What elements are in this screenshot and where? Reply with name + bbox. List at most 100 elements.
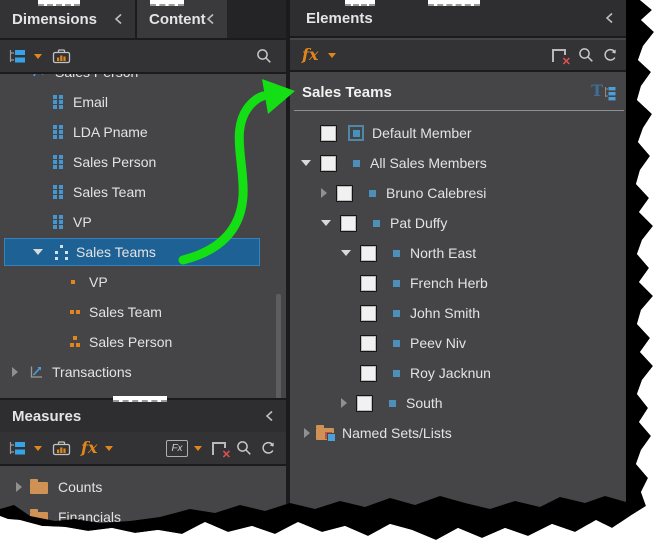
tree-row-label: VP [89,274,108,290]
torn-chip [113,396,167,402]
member-row[interactable]: Roy Jacknun [290,358,630,388]
tree-row-label: Sales Team [89,304,162,320]
folder-icon [30,512,48,524]
member-label: South [406,395,443,411]
collapsed-triangle-icon[interactable] [12,367,18,377]
member-label: Peev Niv [410,335,466,351]
fx-icon[interactable]: fx [302,47,318,63]
member-checkbox[interactable] [360,335,377,352]
dropdown-caret[interactable] [328,53,336,58]
tree-row-label: Transactions [52,364,132,380]
tree-row-label: Email [73,94,108,110]
fx-box-icon[interactable]: Fx [166,440,188,457]
fx-icon[interactable]: fx [81,440,97,456]
torn-chip [38,0,80,6]
dropdown-caret[interactable] [194,446,202,451]
dropdown-caret[interactable] [34,54,42,59]
measures-title: Measures [12,408,81,425]
collapse-chevron-icon[interactable] [265,410,274,422]
member-checkbox[interactable] [360,365,377,382]
user-hierarchy-icon [55,245,68,259]
expanded-triangle-icon[interactable] [321,220,331,226]
named-sets-row[interactable]: Named Sets/Lists [290,418,630,448]
refresh-icon[interactable] [602,47,618,63]
dropdown-caret[interactable] [105,446,113,451]
collapsed-triangle-icon[interactable] [16,512,22,522]
collapse-chevron-icon[interactable] [206,13,215,25]
member-row[interactable]: Default Member [290,118,630,148]
attribute-grid-icon [53,95,64,109]
attribute-grid-icon [53,125,64,139]
folder-icon [30,482,48,494]
refresh-icon[interactable] [260,440,276,456]
tree-row[interactable]: Counts [0,472,286,502]
tree-row[interactable]: Sales Team [0,297,286,327]
collapse-chevron-icon[interactable] [605,12,614,24]
level-1-dot-icon [70,276,80,288]
level-3-pyramid-icon [70,336,80,348]
member-checkbox[interactable] [360,275,377,292]
tree-row[interactable]: Email [0,87,286,117]
member-square-icon [393,250,400,257]
member-label: Roy Jacknun [410,365,491,381]
elements-toolbar: fx ✕ [290,40,630,72]
tree-row[interactable]: VP [0,267,286,297]
member-square-icon [393,370,400,377]
tree-row[interactable]: VP [0,207,286,237]
member-row[interactable]: South [290,388,630,418]
attribute-grid-icon [53,185,64,199]
member-checkbox[interactable] [340,215,357,232]
attribute-grid-icon [53,215,64,229]
collapsed-triangle-icon[interactable] [304,428,310,438]
expanded-triangle-icon[interactable] [33,249,43,255]
member-label: North East [410,245,476,261]
clear-selection-icon[interactable]: ✕ [212,442,226,455]
search-icon[interactable] [256,48,272,64]
tree-row-selected[interactable]: Sales Teams [4,238,260,266]
member-checkbox[interactable] [320,155,337,172]
tree-row-label: Sales Person [89,334,172,350]
clear-selection-icon[interactable]: ✕ [552,49,566,62]
member-checkbox[interactable] [360,305,377,322]
member-row[interactable]: Peev Niv [290,328,630,358]
member-row[interactable]: John Smith [290,298,630,328]
tree-row[interactable]: Sales Person [0,147,286,177]
search-icon[interactable] [236,440,252,456]
tree-row[interactable]: LDA Pname [0,117,286,147]
tree-row-label: VP [73,214,92,230]
tree-row[interactable]: Sales Person [0,327,286,357]
briefcase-chart-icon[interactable] [52,440,71,456]
member-row[interactable]: North East [290,238,630,268]
member-row[interactable]: French Herb [290,268,630,298]
briefcase-chart-icon[interactable] [52,48,71,64]
member-checkbox[interactable] [336,185,353,202]
collapsed-triangle-icon[interactable] [16,482,22,492]
tree-row[interactable]: Sales Person [0,74,286,87]
member-row[interactable]: All Sales Members [290,148,630,178]
expanded-triangle-icon[interactable] [301,160,311,166]
member-row[interactable]: Pat Duffy [290,208,630,238]
expanded-triangle-icon[interactable] [341,250,351,256]
member-row[interactable]: Bruno Calebresi [290,178,630,208]
collapsed-triangle-icon[interactable] [321,188,327,198]
search-icon[interactable] [578,47,594,63]
member-checkbox[interactable] [356,395,373,412]
dimensions-toolbar [0,40,286,74]
collapsed-triangle-icon[interactable] [341,398,347,408]
tree-row[interactable]: Financials [0,502,286,532]
named-sets-folder-icon [316,428,334,440]
tree-row[interactable]: Sales Team [0,177,286,207]
scrollbar-thumb[interactable] [276,294,281,398]
measures-header: Measures [0,398,286,432]
tree-row[interactable]: Transactions [0,357,286,387]
measures-toolbar: fx Fx ✕ [0,432,286,466]
tree-list-icon[interactable] [8,441,26,456]
member-checkbox[interactable] [360,245,377,262]
text-hierarchy-icon[interactable]: T [591,83,616,102]
collapse-chevron-icon[interactable] [114,13,123,25]
dropdown-caret[interactable] [34,446,42,451]
screenshot-root: Dimensions Content Sa [0,0,670,555]
member-checkbox[interactable] [320,125,337,142]
elements-title: Elements [306,10,373,27]
tree-list-icon[interactable] [8,49,26,64]
